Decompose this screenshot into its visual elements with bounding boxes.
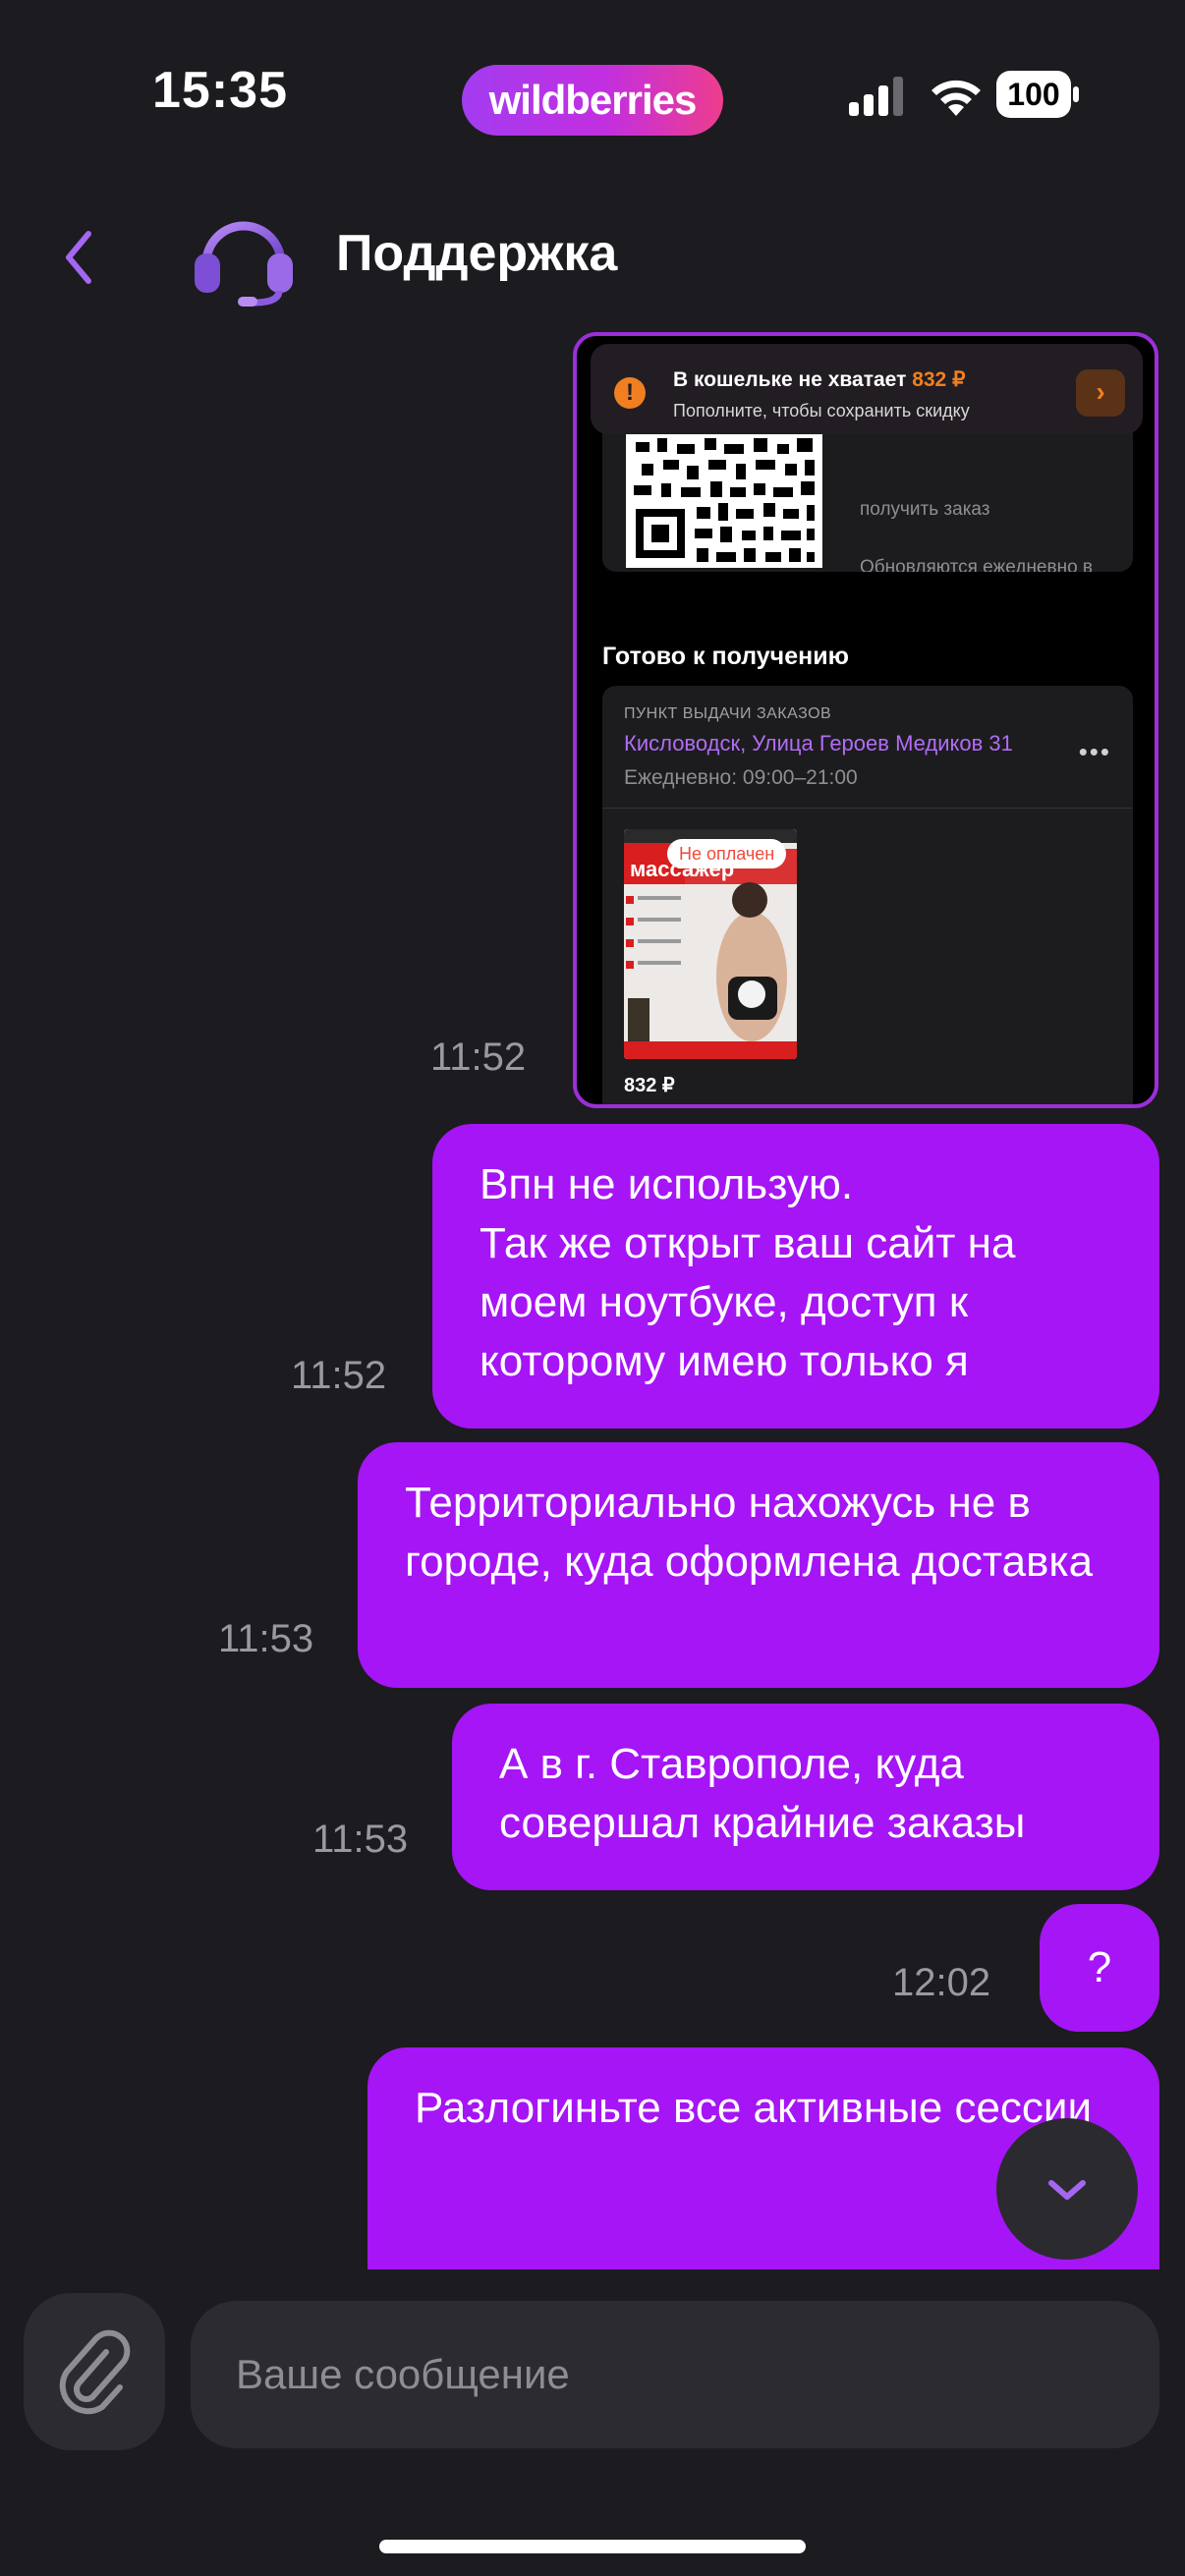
message-timestamp: 12:02	[892, 1961, 991, 2004]
attach-button[interactable]	[24, 2293, 165, 2450]
message-bubble[interactable]: А в г. Ставрополе, куда совершал крайние…	[452, 1704, 1159, 1890]
product-price: 832 ₽	[624, 1075, 675, 1096]
wallet-banner-text: В кошельке не хватает	[673, 368, 913, 391]
ready-section-title: Готово к получению	[602, 643, 849, 670]
pickup-label: ПУНКТ ВЫДАЧИ ЗАКАЗОВ	[624, 705, 832, 722]
support-headset-icon	[195, 221, 293, 307]
status-time: 15:35	[152, 62, 288, 119]
wallet-banner-amount: 832 ₽	[912, 368, 966, 391]
signal-icon	[849, 77, 903, 116]
page-title: Поддержка	[336, 225, 618, 282]
message-timestamp: 11:52	[291, 1354, 387, 1397]
qr-caption: получить заказ	[860, 499, 990, 520]
wallet-banner-title: В кошельке не хватает 832 ₽	[673, 367, 965, 392]
unpaid-badge: Не оплачен	[667, 839, 787, 868]
battery-level: 100	[996, 71, 1071, 118]
pickup-card: ПУНКТ ВЫДАЧИ ЗАКАЗОВ Кисловодск, Улица Г…	[602, 686, 1133, 1104]
message-bubble[interactable]: Впн не использую. Так же открыт ваш сайт…	[432, 1124, 1159, 1428]
warning-icon: !	[614, 377, 646, 409]
wallet-banner[interactable]: ! В кошельке не хватает 832 ₽ Пополните,…	[591, 344, 1143, 434]
message-timestamp: 11:53	[218, 1617, 314, 1660]
wallet-banner-subtitle: Пополните, чтобы сохранить скидку	[673, 401, 970, 420]
home-indicator[interactable]	[379, 2540, 806, 2553]
message-bubble[interactable]: Территориально нахожусь не в городе, куд…	[358, 1442, 1159, 1688]
pickup-hours: Ежедневно: 09:00–21:00	[624, 766, 858, 789]
message-timestamp: 11:52	[430, 1036, 527, 1079]
wifi-icon	[931, 80, 981, 116]
back-icon[interactable]	[59, 228, 98, 287]
pickup-address[interactable]: Кисловодск, Улица Героев Медиков 31	[624, 731, 1013, 756]
paperclip-icon	[59, 2329, 131, 2415]
qr-update-note: Обновляются ежедневно в 00:00	[860, 557, 1094, 572]
divider	[602, 808, 1133, 809]
chevron-down-icon	[1048, 2180, 1086, 2200]
message-timestamp: 11:53	[312, 1818, 409, 1861]
image-message[interactable]: получить заказ Обновляются ежедневно в 0…	[573, 332, 1158, 1108]
message-input[interactable]: Ваше сообщение	[191, 2301, 1159, 2448]
chevron-right-icon[interactable]: ›	[1076, 369, 1125, 417]
message-bubble[interactable]: ?	[1040, 1904, 1159, 2032]
app-badge[interactable]: wildberries	[462, 65, 723, 136]
more-icon[interactable]: •••	[1079, 737, 1111, 767]
app-badge-label: wildberries	[488, 77, 698, 123]
scroll-down-button[interactable]	[996, 2118, 1138, 2260]
qr-code	[626, 434, 822, 568]
battery-icon: 100	[996, 71, 1079, 118]
